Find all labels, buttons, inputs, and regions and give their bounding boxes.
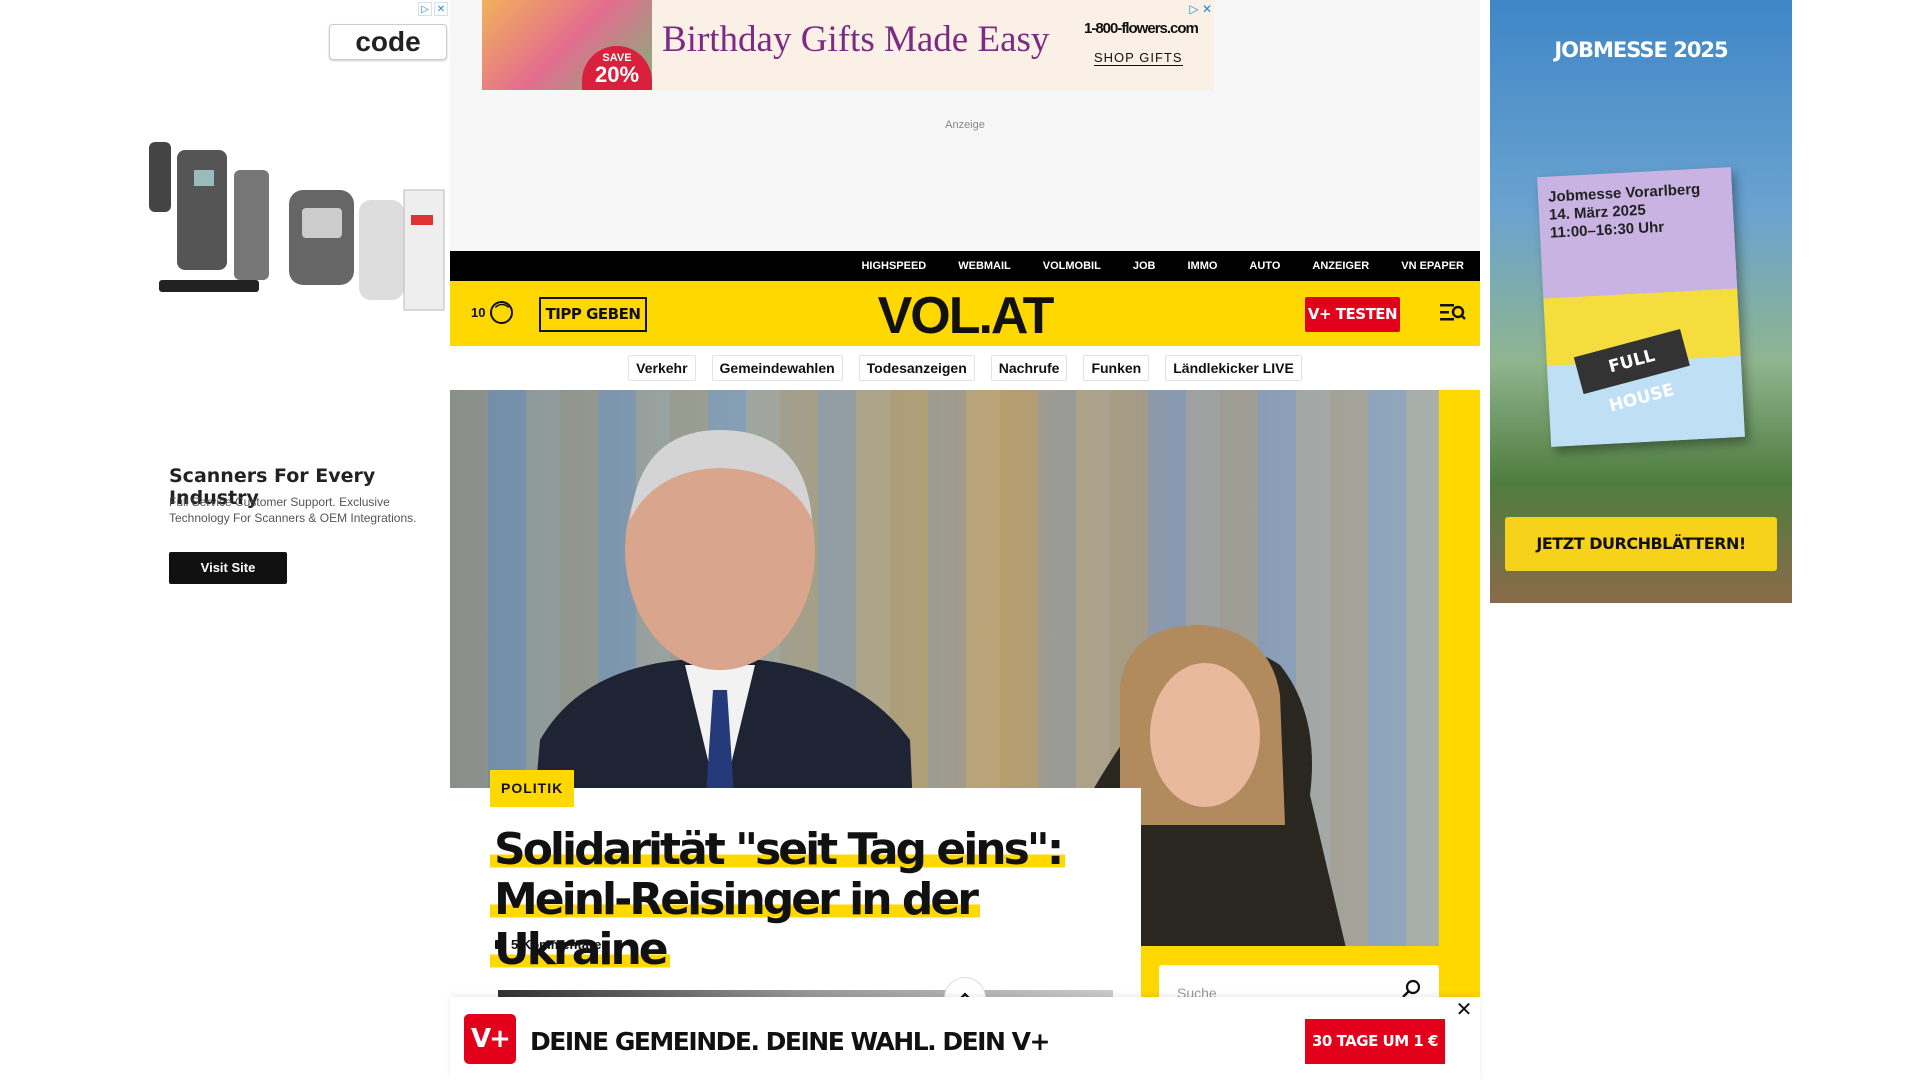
service-link-highspeed[interactable]: HIGHSPEED [861,260,926,272]
topic-nav: Verkehr Gemeindewahlen Todesanzeigen Nac… [450,346,1480,390]
category-badge[interactable]: POLITIK [490,770,575,807]
topic-nachrufe[interactable]: Nachrufe [990,355,1068,381]
ad-description: Full Service Customer Support. Exclusive… [169,495,417,525]
topic-funken[interactable]: Funken [1083,355,1150,381]
search-icon[interactable] [1401,979,1421,999]
durchblaettern-button[interactable]: JETZT DURCHBLÄTTERN! [1505,517,1777,571]
vplus-offer-button[interactable]: 30 TAGE UM 1 € [1305,1019,1445,1064]
top-banner-ad[interactable]: SAVE 20% Birthday Gifts Made Easy 1-800-… [482,0,1214,90]
service-link-auto[interactable]: AUTO [1249,260,1280,272]
vplus-testen-button[interactable]: V+ TESTEN [1305,297,1400,332]
service-link-job[interactable]: JOB [1133,260,1156,272]
service-link-webmail[interactable]: WEBMAIL [958,260,1011,272]
comment-icon [495,940,506,949]
service-nav: HIGHSPEED WEBMAIL VOLMOBIL JOB IMMO AUTO… [450,251,1480,281]
jobmesse-title: JOBMESSE 2025 [1554,38,1728,62]
left-sidebar-ad[interactable]: ▷ ✕ code Scanners For Every Industry Ful… [149,0,450,600]
vplus-sticky-banner: V+ DEINE GEMEINDE. DEINE WAHL. DEIN V+ 3… [450,997,1480,1080]
service-link-volmobil[interactable]: VOLMOBIL [1043,260,1101,272]
code-logo: code [329,24,447,60]
full-house-badge: FULL HOUSE [1573,328,1690,417]
headline-line-1: Solidarität "seit Tag eins": [490,824,1066,875]
scanner-products-image [149,142,445,311]
brochure-text: Jobmesse Vorarlberg 14. März 2025 11:00–… [1547,180,1701,242]
visit-site-button[interactable]: Visit Site [169,552,287,584]
topic-gemeindewahlen[interactable]: Gemeindewahlen [711,355,843,381]
right-sidebar-ad[interactable]: JOBMESSE 2025 Jobmesse Vorarlberg 14. Mä… [1490,0,1792,603]
save-value: 20% [594,62,640,87]
headline-line-2: Meinl-Reisinger in der Ukraine [490,874,980,975]
topic-todesanzeigen[interactable]: Todesanzeigen [858,355,975,381]
hero-article[interactable]: POLITIK Solidarität "seit Tag eins": Mei… [450,390,1480,1025]
service-link-immo[interactable]: IMMO [1187,260,1217,272]
menu-search-icon[interactable] [1440,301,1466,323]
article-headline[interactable]: Solidarität "seit Tag eins": Meinl-Reisi… [490,824,1130,975]
site-header: 10 ⌒ TIPP GEBEN VOL.AT V+ TESTEN [450,281,1480,346]
ad-choices[interactable]: ▷ ✕ [418,2,448,16]
close-icon[interactable]: ✕ [1452,997,1476,1021]
adchoices-icon[interactable]: ▷ [418,2,432,16]
shop-gifts-link[interactable]: SHOP GIFTS [1094,50,1183,66]
close-icon[interactable]: ▷ ✕ [1189,2,1212,16]
vplus-logo: V+ [464,1014,516,1064]
comments-count: 5 Kommentare [511,937,602,952]
sticky-slogan: DEINE GEMEINDE. DEINE WAHL. DEIN V+ [530,1027,1050,1056]
ad-label: Anzeige [945,119,985,131]
brochure-image: Jobmesse Vorarlberg 14. März 2025 11:00–… [1537,167,1745,447]
topic-verkehr[interactable]: Verkehr [628,355,696,381]
service-link-vn-epaper[interactable]: VN EPAPER [1401,260,1464,272]
comments-link[interactable]: 5 Kommentare [495,937,601,952]
save-badge: SAVE 20% [582,46,652,90]
close-icon[interactable]: ✕ [434,2,448,16]
topic-laendlekicker-live[interactable]: Ländlekicker LIVE [1165,355,1302,381]
service-link-anzeiger[interactable]: ANZEIGER [1312,260,1369,272]
flowers-logo: 1-800-flowers.com [1084,20,1199,37]
banner-headline: Birthday Gifts Made Easy [662,19,1050,60]
main-column: SAVE 20% Birthday Gifts Made Easy 1-800-… [450,0,1480,1080]
